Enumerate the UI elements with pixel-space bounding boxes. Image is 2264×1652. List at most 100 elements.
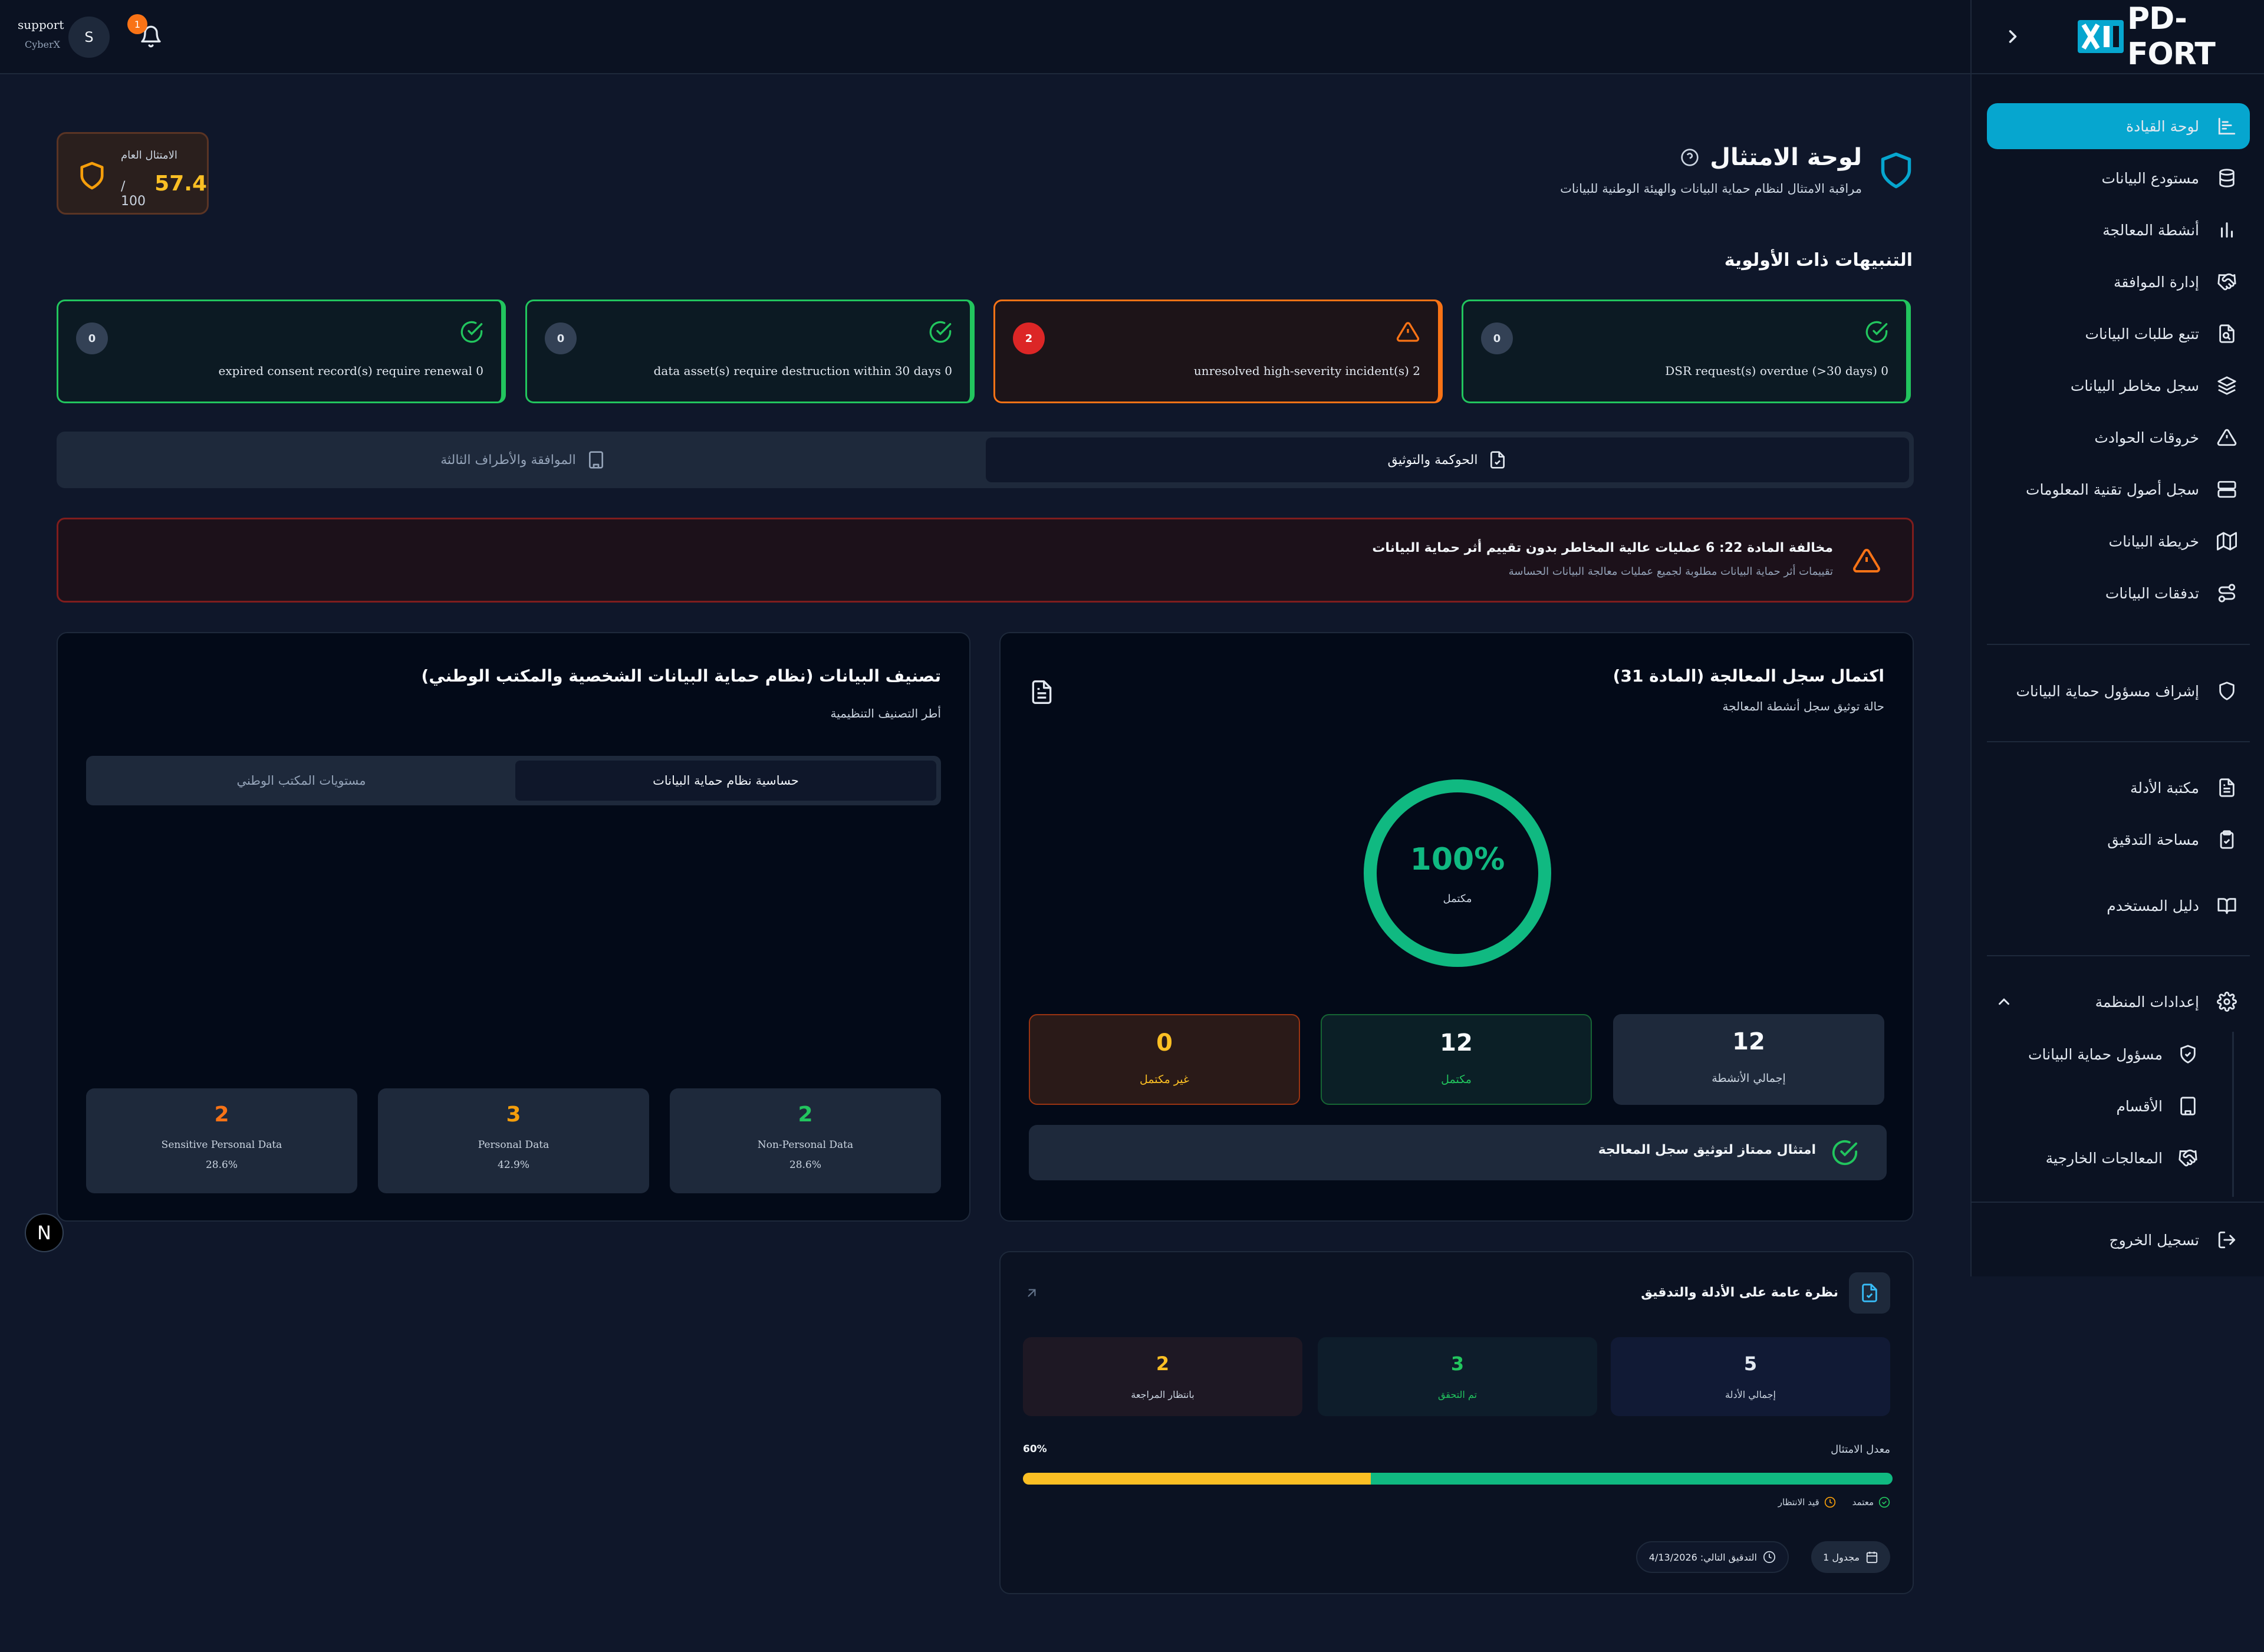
logout-label: تسجيل الخروج <box>2109 1231 2199 1249</box>
compliance-rate-label: معدل الامتثال <box>1831 1443 1890 1456</box>
sidebar-divider <box>1987 955 2250 956</box>
avatar[interactable]: S <box>68 17 110 58</box>
chevron-right-icon <box>2009 30 2017 43</box>
check-circle-icon <box>1831 1139 1858 1166</box>
stat-label: مكتمل <box>1441 1073 1472 1086</box>
tab-governance[interactable]: الحوكمة والتوثيق <box>986 437 1909 482</box>
logout-button[interactable]: تسجيل الخروج <box>1987 1217 2250 1263</box>
warning-icon <box>2214 425 2239 450</box>
score-value: 57.4 <box>154 172 207 196</box>
document-icon <box>1029 678 1055 706</box>
sidebar-item-data-flows[interactable]: تدفقات البيانات <box>1987 570 2250 616</box>
legend-pending: قيد الانتظار <box>1778 1497 1819 1508</box>
collapse-sidebar-button[interactable] <box>2002 26 2026 50</box>
stat-incomplete: 0 غير مكتمل <box>1029 1014 1300 1105</box>
page-title: لوحة الامتثال <box>1710 144 1862 171</box>
file-check-icon[interactable] <box>1849 1272 1890 1314</box>
score-label: الامتثال العام <box>121 149 177 162</box>
completion-status: مكتمل <box>1443 893 1472 905</box>
segment-label: حساسية نظام حماية البيانات <box>653 774 799 788</box>
scheduled-chip[interactable]: 1 مجدول <box>1811 1541 1890 1573</box>
layers-icon <box>2214 373 2239 398</box>
banner-detail: تقييمات أثر حماية البيانات مطلوبة لجميع … <box>1508 565 1833 578</box>
document-icon <box>2214 775 2239 800</box>
legend-approved: معتمد <box>1852 1497 1874 1508</box>
panel-title: نظرة عامة على الأدلة والتدقيق <box>1641 1285 1838 1300</box>
handshake-icon <box>2214 269 2239 294</box>
stat-value: 2 <box>798 1103 813 1127</box>
alert-message: expired consent record(s) require renewa… <box>218 364 483 378</box>
tab-consent-third-parties[interactable]: الموافقة والأطراف الثالثة <box>61 437 985 482</box>
stat-label: بانتظار المراجعة <box>1131 1389 1194 1400</box>
overall-score-card: الامتثال العام / 100 57.4 <box>57 132 209 215</box>
sidebar-item-processing-activities[interactable]: أنشطة المعالجة <box>1987 207 2250 253</box>
sidebar-item-dpo[interactable]: مسؤول حماية البيانات <box>2016 1031 2211 1077</box>
sidebar-item-label: سجل مخاطر البيانات <box>2070 377 2199 394</box>
stat-label: غير مكتمل <box>1140 1073 1189 1086</box>
sidebar-item-label: أنشطة المعالجة <box>2102 221 2199 239</box>
segment-pdpl-sensitivity[interactable]: حساسية نظام حماية البيانات <box>515 761 936 801</box>
classification-segmented-control: حساسية نظام حماية البيانات مستويات المكت… <box>86 756 941 805</box>
brand-logo: PD-FORT <box>2078 1 2264 72</box>
sidebar-item-label: خريطة البيانات <box>2108 532 2199 550</box>
stat-complete: 12 مكتمل <box>1321 1014 1592 1105</box>
sidebar-item-data-map[interactable]: خريطة البيانات <box>1987 518 2250 564</box>
sidebar-item-dsr-tracking[interactable]: تتبع طلبات البيانات <box>1987 311 2250 357</box>
alert-card-asset-destruction[interactable]: 0 data asset(s) require destruction with… <box>525 300 975 403</box>
tab-label: الموافقة والأطراف الثالثة <box>440 452 576 468</box>
sidebar-item-departments[interactable]: الأقسام <box>2016 1083 2211 1129</box>
sidebar-item-label: مسؤول حماية البيانات <box>2028 1045 2163 1063</box>
completion-percent: 100% <box>1410 842 1505 877</box>
alert-card-incidents[interactable]: 2 unresolved high-severity incident(s) 2 <box>993 300 1443 403</box>
sidebar-item-audit-workspace[interactable]: مساحة التدقيق <box>1987 817 2250 863</box>
notifications-button[interactable]: 1 <box>127 14 165 52</box>
sidebar-item-data-repository[interactable]: مستودع البيانات <box>1987 155 2250 201</box>
sidebar-item-label: تتبع طلبات البيانات <box>2085 325 2200 343</box>
logout-icon <box>2214 1228 2239 1252</box>
stat-non-personal: 2 Non-Personal Data 28.6% <box>670 1088 941 1193</box>
book-icon <box>2214 893 2239 918</box>
compliance-progress-bar <box>1023 1473 1893 1485</box>
sidebar-item-label: سجل أصول تقنية المعلومات <box>2025 481 2199 498</box>
panel-subtitle: حالة توثيق سجل أنشطة المعالجة <box>1722 699 1884 713</box>
progress-legend: معتمد قيد الانتظار <box>1778 1496 1890 1508</box>
sidebar-item-it-assets[interactable]: سجل أصول تقنية المعلومات <box>1987 466 2250 512</box>
sidebar-item-dashboard[interactable]: لوحة القيادة <box>1987 103 2250 149</box>
sidebar-item-risk-register[interactable]: سجل مخاطر البيانات <box>1987 363 2250 409</box>
data-classification-panel: تصنيف البيانات (نظام حماية البيانات الشخ… <box>57 632 970 1222</box>
sidebar-item-org-settings[interactable]: إعدادات المنظمة <box>1987 979 2250 1025</box>
sidebar-item-consent-management[interactable]: إدارة الموافقة <box>1987 259 2250 305</box>
sidebar-item-user-guide[interactable]: دليل المستخدم <box>1987 883 2250 929</box>
sidebar-item-label: مستودع البيانات <box>2101 169 2199 187</box>
stat-label: إجمالي الأنشطة <box>1712 1072 1786 1085</box>
alert-card-expired-consent[interactable]: 0 expired consent record(s) require rene… <box>57 300 506 403</box>
next-audit-chip: التدقيق التالي: 4/13/2026 <box>1636 1541 1789 1573</box>
sidebar-item-evidence-library[interactable]: مكتبة الأدلة <box>1987 765 2250 811</box>
external-link-icon[interactable] <box>1024 1285 1039 1301</box>
stat-label: تم التحقق <box>1437 1389 1477 1400</box>
next-dev-tools-button[interactable]: N <box>25 1213 64 1252</box>
segment-ndmo-levels[interactable]: مستويات المكتب الوطني <box>91 761 512 801</box>
shield-check-icon <box>2176 1042 2200 1067</box>
sidebar-divider <box>1987 644 2250 645</box>
clipboard-check-icon <box>2214 827 2239 852</box>
building-icon <box>2176 1094 2200 1118</box>
stat-value: 2 <box>1156 1352 1170 1375</box>
stat-percent: 28.6% <box>205 1159 238 1171</box>
stat-percent: 28.6% <box>789 1159 821 1171</box>
alert-card-dsr-overdue[interactable]: 0 DSR request(s) overdue (>30 days) 0 <box>1462 300 1911 403</box>
shield-logo-icon <box>1878 151 1914 190</box>
sidebar-divider <box>1972 1202 2264 1203</box>
logo-text: PD-FORT <box>2127 1 2216 72</box>
org-name: CyberX <box>24 39 60 50</box>
sidebar-item-dpo-oversight[interactable]: إشراف مسؤول حماية البيانات <box>1987 668 2250 714</box>
compliance-rate-value: 60% <box>1023 1443 1047 1455</box>
map-icon <box>2214 529 2239 554</box>
sidebar-item-label: لوحة القيادة <box>2126 117 2199 135</box>
panel-subtitle: أطر التصنيف التنظيمية <box>830 706 941 720</box>
handshake-icon <box>2176 1146 2200 1170</box>
score-max: / 100 <box>121 179 146 209</box>
help-icon[interactable] <box>1680 148 1699 167</box>
sidebar-item-external-processors[interactable]: المعالجات الخارجية <box>2016 1135 2211 1181</box>
sidebar-item-incident-breaches[interactable]: خروقات الحوادث <box>1987 414 2250 460</box>
